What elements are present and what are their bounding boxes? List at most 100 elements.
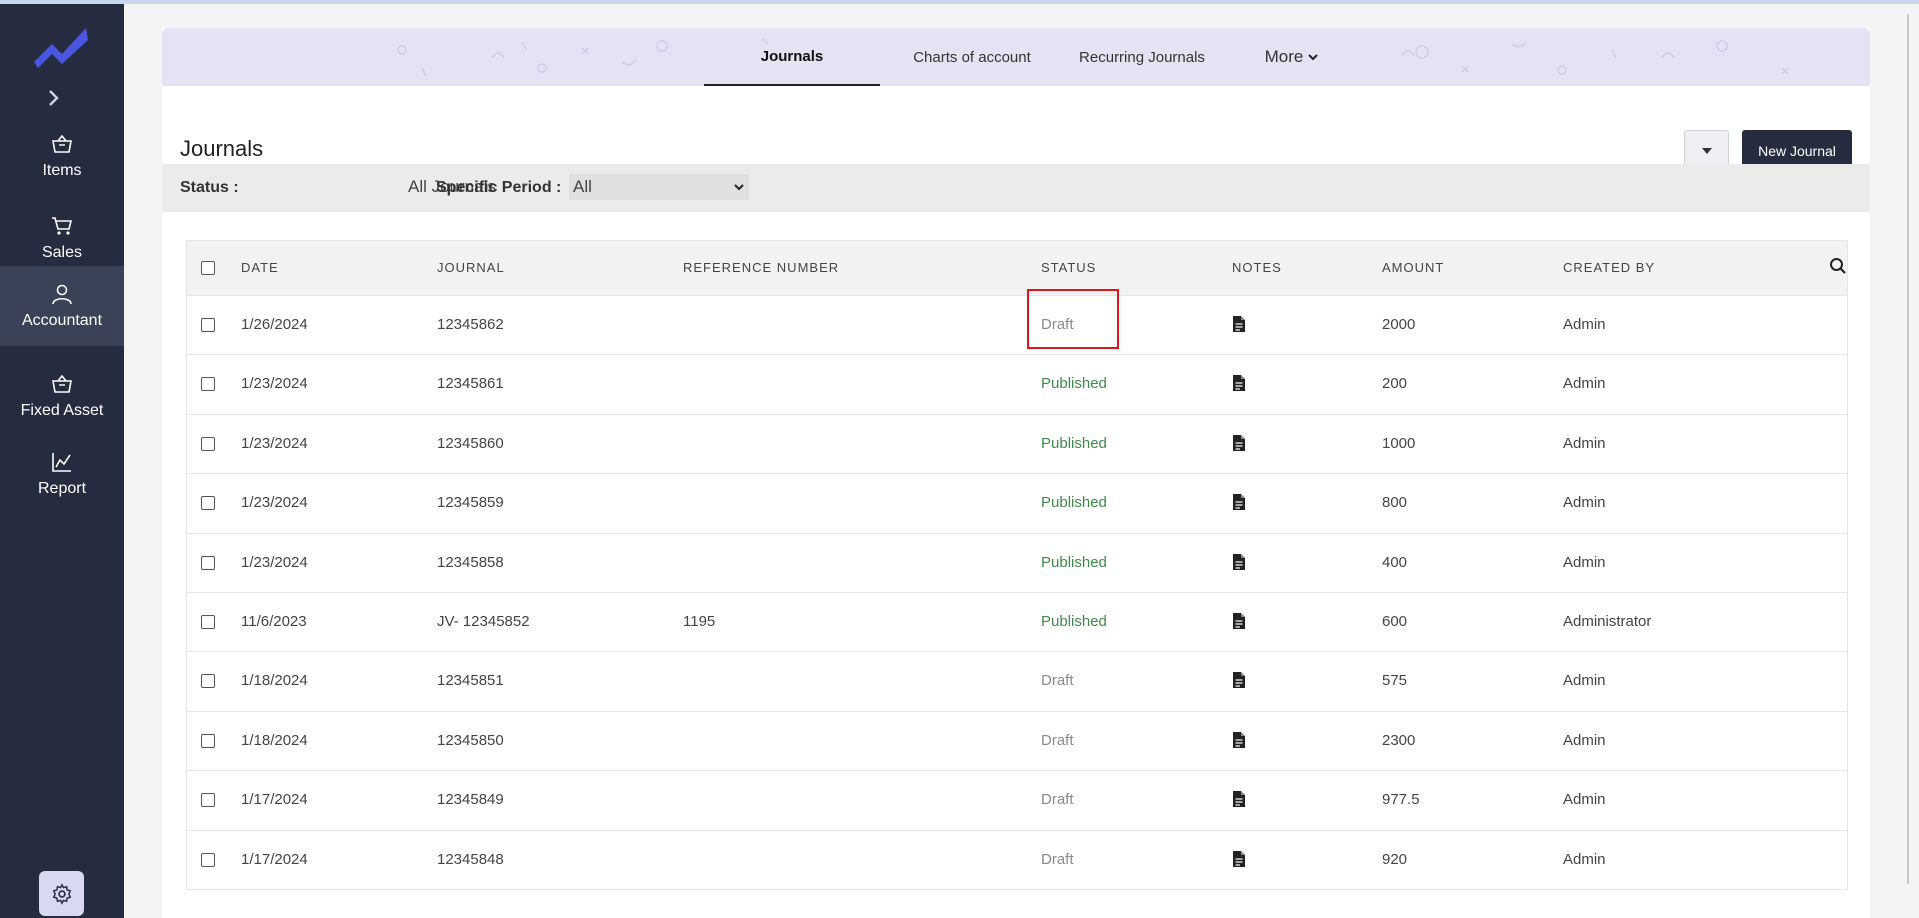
column-header-amount[interactable]: AMOUNT	[1382, 260, 1444, 275]
table-row[interactable]: 1/23/2024 12345861 Published 200 Admin	[187, 354, 1847, 413]
chevron-down-icon	[734, 184, 744, 191]
row-checkbox[interactable]	[201, 318, 215, 332]
table-row[interactable]: 1/17/2024 12345849 Draft 977.5 Admin	[187, 770, 1847, 829]
status-badge: Draft	[1041, 731, 1074, 749]
tab-charts-of-account[interactable]: Charts of account	[897, 28, 1047, 86]
note-icon[interactable]	[1232, 434, 1246, 452]
row-checkbox[interactable]	[201, 733, 215, 748]
table-row[interactable]: 1/23/2024 12345860 Published 1000 Admin	[187, 413, 1847, 473]
cell-journal[interactable]: 12345848	[437, 851, 504, 868]
cell-created-by: Administrator	[1563, 612, 1652, 630]
cell-date: 1/23/2024	[241, 494, 308, 512]
sidebar-item-items[interactable]: Items	[0, 116, 124, 196]
table-row[interactable]: 1/17/2024 12345848 Draft 920 Admin	[187, 829, 1847, 889]
period-filter-value: All	[573, 177, 592, 196]
cell-date: 1/26/2024	[241, 316, 308, 333]
column-header-created-by[interactable]: CREATED BY	[1563, 260, 1655, 275]
column-header-notes[interactable]: NOTES	[1232, 260, 1282, 275]
page-scrollbar-thumb[interactable]	[1907, 14, 1909, 884]
user-icon	[52, 284, 72, 305]
tab-bar: Journals Charts of account Recurring Jou…	[162, 28, 1870, 86]
period-filter-select[interactable]: All	[569, 174, 749, 200]
cell-journal[interactable]: 12345860	[437, 435, 504, 452]
cell-created-by: Admin	[1563, 850, 1606, 868]
note-icon[interactable]	[1232, 790, 1246, 808]
period-filter-label: Specific Period :	[436, 179, 562, 196]
cell-date: 1/17/2024	[241, 850, 308, 868]
table-row[interactable]: 1/18/2024 12345850 Draft 2300 Admin	[187, 710, 1847, 770]
cell-amount: 1000	[1382, 434, 1416, 452]
note-icon[interactable]	[1232, 850, 1246, 868]
chevron-right-icon[interactable]	[44, 88, 64, 108]
cell-amount: 575	[1382, 672, 1408, 690]
note-icon[interactable]	[1232, 493, 1246, 511]
sidebar-item-label: Items	[42, 162, 82, 179]
table-row[interactable]: 1/26/2024 12345862 Draft 2000 Admin	[187, 295, 1847, 354]
cell-created-by: Admin	[1563, 316, 1606, 333]
cell-journal[interactable]: 12345850	[437, 732, 504, 749]
cell-date: 1/23/2024	[241, 434, 308, 452]
cell-journal[interactable]: 12345851	[437, 672, 504, 689]
app-logo[interactable]	[32, 22, 90, 68]
status-badge: Draft	[1041, 850, 1074, 868]
cell-journal[interactable]: 12345862	[437, 316, 504, 333]
cell-journal[interactable]: 12345861	[437, 375, 504, 392]
table-row[interactable]: 1/23/2024 12345858 Published 400 Admin	[187, 532, 1847, 592]
sidebar: Items Sales Accountant Fixed Asset Repor…	[0, 4, 124, 918]
cell-date: 1/23/2024	[241, 375, 308, 393]
table-row[interactable]: 1/23/2024 12345859 Published 800 Admin	[187, 473, 1847, 532]
column-header-journal[interactable]: JOURNAL	[437, 260, 505, 275]
page-title: Journals	[180, 136, 264, 161]
row-checkbox[interactable]	[201, 496, 215, 511]
status-badge: Draft	[1041, 316, 1074, 333]
cell-date: 1/18/2024	[241, 672, 308, 690]
sidebar-item-label: Report	[37, 480, 87, 497]
sidebar-item-label: Accountant	[21, 312, 103, 329]
note-icon[interactable]	[1232, 553, 1246, 571]
note-icon[interactable]	[1232, 731, 1246, 749]
cell-journal[interactable]: 12345849	[437, 791, 504, 808]
basket-icon	[52, 374, 72, 393]
tab-journals[interactable]: Journals	[704, 28, 880, 86]
row-checkbox[interactable]	[201, 614, 215, 629]
sidebar-item-accountant[interactable]: Accountant	[0, 266, 124, 346]
row-checkbox[interactable]	[201, 377, 215, 392]
chevron-down-icon	[1308, 54, 1319, 61]
cell-date: 1/18/2024	[241, 731, 308, 749]
note-icon[interactable]	[1232, 671, 1246, 689]
note-icon[interactable]	[1232, 612, 1246, 630]
note-icon[interactable]	[1232, 374, 1246, 392]
status-badge: Published	[1041, 434, 1107, 452]
table-body: 1/26/2024 12345862 Draft 2000 Admin 1/23/2024…	[187, 295, 1847, 889]
settings-button[interactable]	[39, 871, 84, 916]
row-checkbox[interactable]	[201, 436, 215, 451]
cell-amount: 400	[1382, 553, 1408, 571]
sidebar-item-fixed-asset[interactable]: Fixed Asset	[0, 356, 124, 436]
column-header-status[interactable]: STATUS	[1041, 260, 1096, 275]
note-icon[interactable]	[1232, 315, 1246, 333]
column-header-reference[interactable]: REFERENCE NUMBER	[683, 260, 839, 275]
status-badge: Published	[1041, 553, 1107, 571]
cell-created-by: Admin	[1563, 553, 1606, 571]
window-top-border	[0, 0, 1919, 4]
sidebar-item-report[interactable]: Report	[0, 434, 124, 514]
status-badge: Draft	[1041, 791, 1074, 809]
cell-journal[interactable]: JV- 12345852	[437, 613, 530, 630]
row-checkbox[interactable]	[201, 793, 215, 808]
filter-bar: Status : All Journals Specific Period : …	[162, 164, 1870, 212]
table-row[interactable]: 1/18/2024 12345851 Draft 575 Admin	[187, 651, 1847, 710]
tab-more[interactable]: More	[1252, 28, 1332, 86]
tab-recurring-journals[interactable]: Recurring Journals	[1062, 28, 1222, 86]
page-scrollbar[interactable]	[1900, 4, 1919, 918]
gear-icon	[52, 882, 71, 905]
search-icon[interactable]	[1829, 257, 1847, 275]
row-checkbox[interactable]	[201, 852, 215, 867]
select-all-checkbox[interactable]	[201, 261, 215, 275]
row-checkbox[interactable]	[201, 674, 215, 689]
cell-journal[interactable]: 12345859	[437, 494, 504, 511]
column-header-date[interactable]: DATE	[241, 260, 279, 275]
table-row[interactable]: 11/6/2023 JV- 12345852 1195 Published 600 Adm…	[187, 591, 1847, 651]
row-checkbox[interactable]	[201, 555, 215, 570]
cell-journal[interactable]: 12345858	[437, 554, 504, 571]
status-badge: Draft	[1041, 672, 1074, 690]
